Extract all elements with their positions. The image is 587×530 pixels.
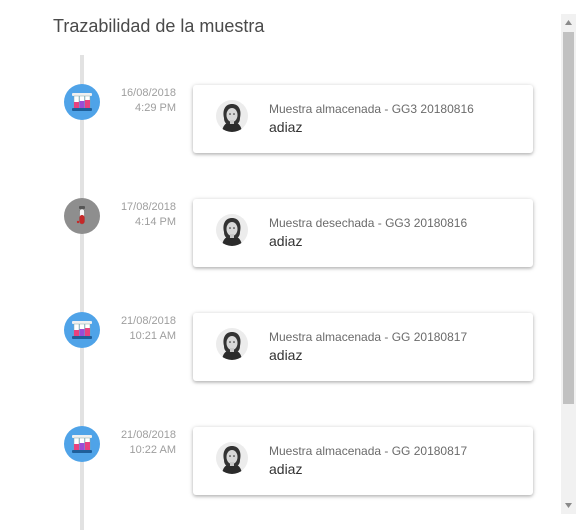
timeline-entry: 17/08/2018 4:14 PM Muestra desechada - G…	[0, 198, 560, 273]
entry-time: 10:21 AM	[129, 330, 176, 342]
event-card[interactable]: Muestra almacenada - GG 20180817 adiaz	[193, 427, 533, 495]
timeline-entry: 16/08/2018 4:29 PM Muestra almacenada - …	[0, 84, 560, 159]
entry-datetime: 21/08/2018 10:22 AM	[100, 428, 176, 458]
event-description: Muestra desechada - GG3 20180816	[269, 216, 468, 230]
timeline-marker	[64, 84, 100, 120]
vertical-scrollbar[interactable]	[561, 14, 576, 514]
entry-time: 4:29 PM	[135, 102, 176, 114]
user-avatar-icon	[216, 442, 248, 474]
scroll-down-button[interactable]	[561, 497, 576, 514]
user-avatar-icon	[216, 214, 248, 246]
avatar	[216, 442, 248, 474]
entry-datetime: 21/08/2018 10:21 AM	[100, 314, 176, 344]
timeline-marker	[64, 198, 100, 234]
user-avatar-icon	[216, 328, 248, 360]
timeline-marker	[64, 426, 100, 462]
test-tubes-icon	[69, 317, 95, 343]
entry-time: 10:22 AM	[129, 444, 176, 456]
test-tubes-icon	[69, 431, 95, 457]
entry-date: 21/08/2018	[120, 315, 176, 327]
entry-datetime: 16/08/2018 4:29 PM	[100, 86, 176, 116]
event-user: adiaz	[269, 461, 303, 477]
triangle-down-icon	[565, 503, 572, 508]
avatar	[216, 214, 248, 246]
entry-date: 16/08/2018	[120, 87, 176, 99]
timeline-marker	[64, 312, 100, 348]
test-tubes-icon	[69, 89, 95, 115]
event-user: adiaz	[269, 347, 303, 363]
user-avatar-icon	[216, 100, 248, 132]
avatar	[216, 100, 248, 132]
entry-date: 17/08/2018	[120, 201, 176, 213]
event-user: adiaz	[269, 233, 303, 249]
entry-date: 21/08/2018	[120, 429, 176, 441]
page-title: Trazabilidad de la muestra	[53, 16, 265, 36]
avatar	[216, 328, 248, 360]
event-description: Muestra almacenada - GG 20180817	[269, 444, 468, 458]
event-description: Muestra almacenada - GG3 20180816	[269, 102, 474, 116]
timeline-entry: 21/08/2018 10:22 AM Muestra almacenada -…	[0, 426, 560, 501]
triangle-up-icon	[565, 20, 572, 25]
timeline-entry: 21/08/2018 10:21 AM Muestra almacenada -…	[0, 312, 560, 387]
entry-datetime: 17/08/2018 4:14 PM	[100, 200, 176, 230]
scroll-thumb[interactable]	[563, 32, 574, 404]
event-card[interactable]: Muestra almacenada - GG3 20180816 adiaz	[193, 85, 533, 153]
event-card[interactable]: Muestra desechada - GG3 20180816 adiaz	[193, 199, 533, 267]
entry-time: 4:14 PM	[135, 216, 176, 228]
event-card[interactable]: Muestra almacenada - GG 20180817 adiaz	[193, 313, 533, 381]
scroll-up-button[interactable]	[561, 14, 576, 31]
discarded-tube-icon	[69, 203, 95, 229]
event-description: Muestra almacenada - GG 20180817	[269, 330, 468, 344]
event-user: adiaz	[269, 119, 303, 135]
